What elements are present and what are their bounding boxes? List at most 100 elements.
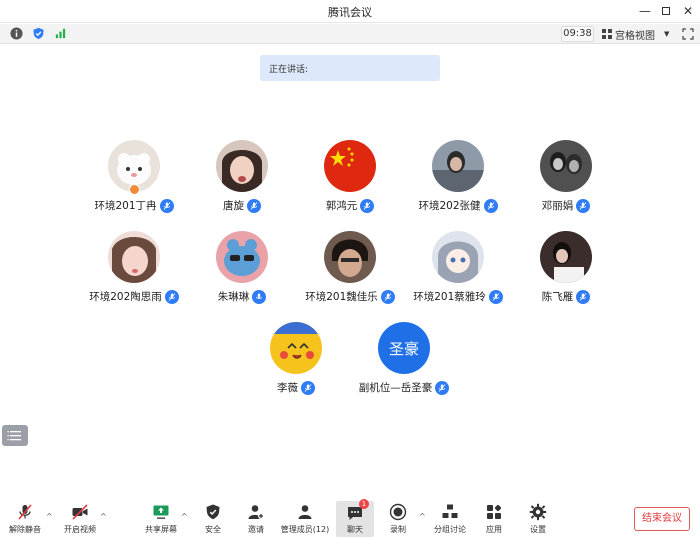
share-options-caret[interactable]: ^ [181,512,188,521]
record-options-caret[interactable]: ^ [419,512,426,521]
avatar [108,231,160,283]
bottom-toolbar: 解除静音 ^ 开启视频 ^ 共享屏幕 ^ 安全 邀请 管理成员(12) 1 聊天… [0,499,700,538]
video-options-caret[interactable]: ^ [100,512,107,521]
participant-tile[interactable]: 环境201魏佳乐 [290,231,410,311]
fullscreen-icon[interactable] [682,28,694,40]
apps-icon [487,504,502,519]
grid-icon [602,29,612,39]
share-screen-button[interactable]: 共享屏幕 [142,502,180,536]
mic-icon [159,198,174,213]
participant-tile[interactable]: 郭鸿元 [290,140,410,220]
participant-tile[interactable]: 陈飞雁 [506,231,626,311]
participant-name: 陈飞雁 [541,291,574,303]
settings-button[interactable]: 设置 [524,502,552,536]
speaking-label: 正在讲话: [269,65,309,75]
participant-name: 环境202张健 [418,200,481,212]
title-bar: 腾讯会议 — ✕ [0,0,700,23]
participant-name: 李薇 [277,382,298,394]
participant-name: 环境201魏佳乐 [305,291,378,303]
avatar [216,140,268,192]
minimize-button[interactable]: — [636,2,654,20]
avatar [270,322,322,374]
avatar [540,231,592,283]
avatar [324,231,376,283]
participant-tile[interactable]: 环境202陶思雨 [74,231,194,311]
avatar [432,231,484,283]
participant-tile[interactable]: 环境201丁冉 [74,140,194,220]
record-label: 录制 [390,525,406,534]
mic-icon [435,380,450,395]
mic-icon [488,289,503,304]
participant-name: 环境202陶思雨 [89,291,162,303]
unmute-label: 解除静音 [9,525,41,534]
speaking-indicator: 正在讲话: [260,55,440,81]
participant-name: 环境201丁冉 [94,200,157,212]
mic-icon [360,198,375,213]
participant-tile[interactable]: 李薇 [236,322,356,402]
chevron-down-icon: ▼ [664,30,670,38]
apps-label: 应用 [486,525,502,534]
start-video-label: 开启视频 [64,525,96,534]
participant-tile[interactable]: 环境202张健 [398,140,518,220]
avatar: 圣豪 [378,322,430,374]
manage-members-label: 管理成员(12) [280,525,330,534]
unmute-button[interactable]: 解除静音 [6,502,44,536]
share-screen-label: 共享屏幕 [145,525,177,534]
security-label: 安全 [205,525,221,534]
audio-options-caret[interactable]: ^ [46,512,53,521]
avatar [324,140,376,192]
participant-name: 邓丽娟 [541,200,574,212]
record-icon [389,503,407,521]
members-icon [298,505,312,519]
end-meeting-button[interactable]: 结束会议 [634,507,690,531]
settings-label: 设置 [530,525,546,534]
record-button[interactable]: 录制 [384,502,412,536]
mic-icon [252,289,267,304]
apps-button[interactable]: 应用 [480,502,508,536]
close-button[interactable]: ✕ [679,2,697,20]
signal-icon[interactable] [54,27,67,40]
chat-button[interactable]: 1 聊天 [336,499,374,537]
breakout-button[interactable]: 分组讨论 [432,502,468,536]
participant-name: 郭鸿元 [325,200,358,212]
participant-name: 环境201蔡雅玲 [413,291,486,303]
member-list-toggle[interactable] [2,425,28,446]
participant-tile[interactable]: 环境201蔡雅玲 [398,231,518,311]
manage-members-button[interactable]: 管理成员(12) [280,502,330,536]
participant-name: 唐旋 [223,200,244,212]
host-badge-icon [129,184,140,195]
breakout-icon [442,504,458,518]
mic-icon [164,289,179,304]
participant-tile[interactable]: 唐旋 [182,140,302,220]
shield-icon[interactable] [32,27,45,40]
mic-icon [301,380,315,395]
start-video-button[interactable]: 开启视频 [60,502,100,536]
participant-name: 朱琳琳 [217,291,250,303]
participant-tile[interactable]: 朱琳琳 [182,231,302,311]
avatar [216,231,268,283]
window-title: 腾讯会议 [328,6,372,19]
info-icon[interactable] [10,27,23,40]
participant-tile[interactable]: 邓丽娟 [506,140,626,220]
avatar [432,140,484,192]
invite-label: 邀请 [248,525,264,534]
meeting-info-bar: 09:38 宫格视图 ▼ [0,24,700,44]
view-mode-button[interactable]: 宫格视图 ▼ [602,26,674,42]
chat-label: 聊天 [347,525,363,534]
mic-icon [380,289,395,304]
mic-muted-icon [18,504,32,520]
avatar [540,140,592,192]
breakout-label: 分组讨论 [434,525,466,534]
invite-user-icon [248,505,264,519]
maximize-button[interactable] [657,2,675,20]
mic-icon [247,198,261,213]
mic-icon [576,289,591,304]
invite-button[interactable]: 邀请 [242,502,270,536]
avatar-initials: 圣豪 [388,339,419,358]
mic-icon [576,198,591,213]
participant-tile[interactable]: 圣豪 副机位—岳圣豪 [344,322,464,402]
security-button[interactable]: 安全 [199,502,227,536]
video-off-icon [72,504,88,520]
meeting-timer: 09:38 [561,26,594,42]
chat-unread-badge: 1 [359,499,369,509]
